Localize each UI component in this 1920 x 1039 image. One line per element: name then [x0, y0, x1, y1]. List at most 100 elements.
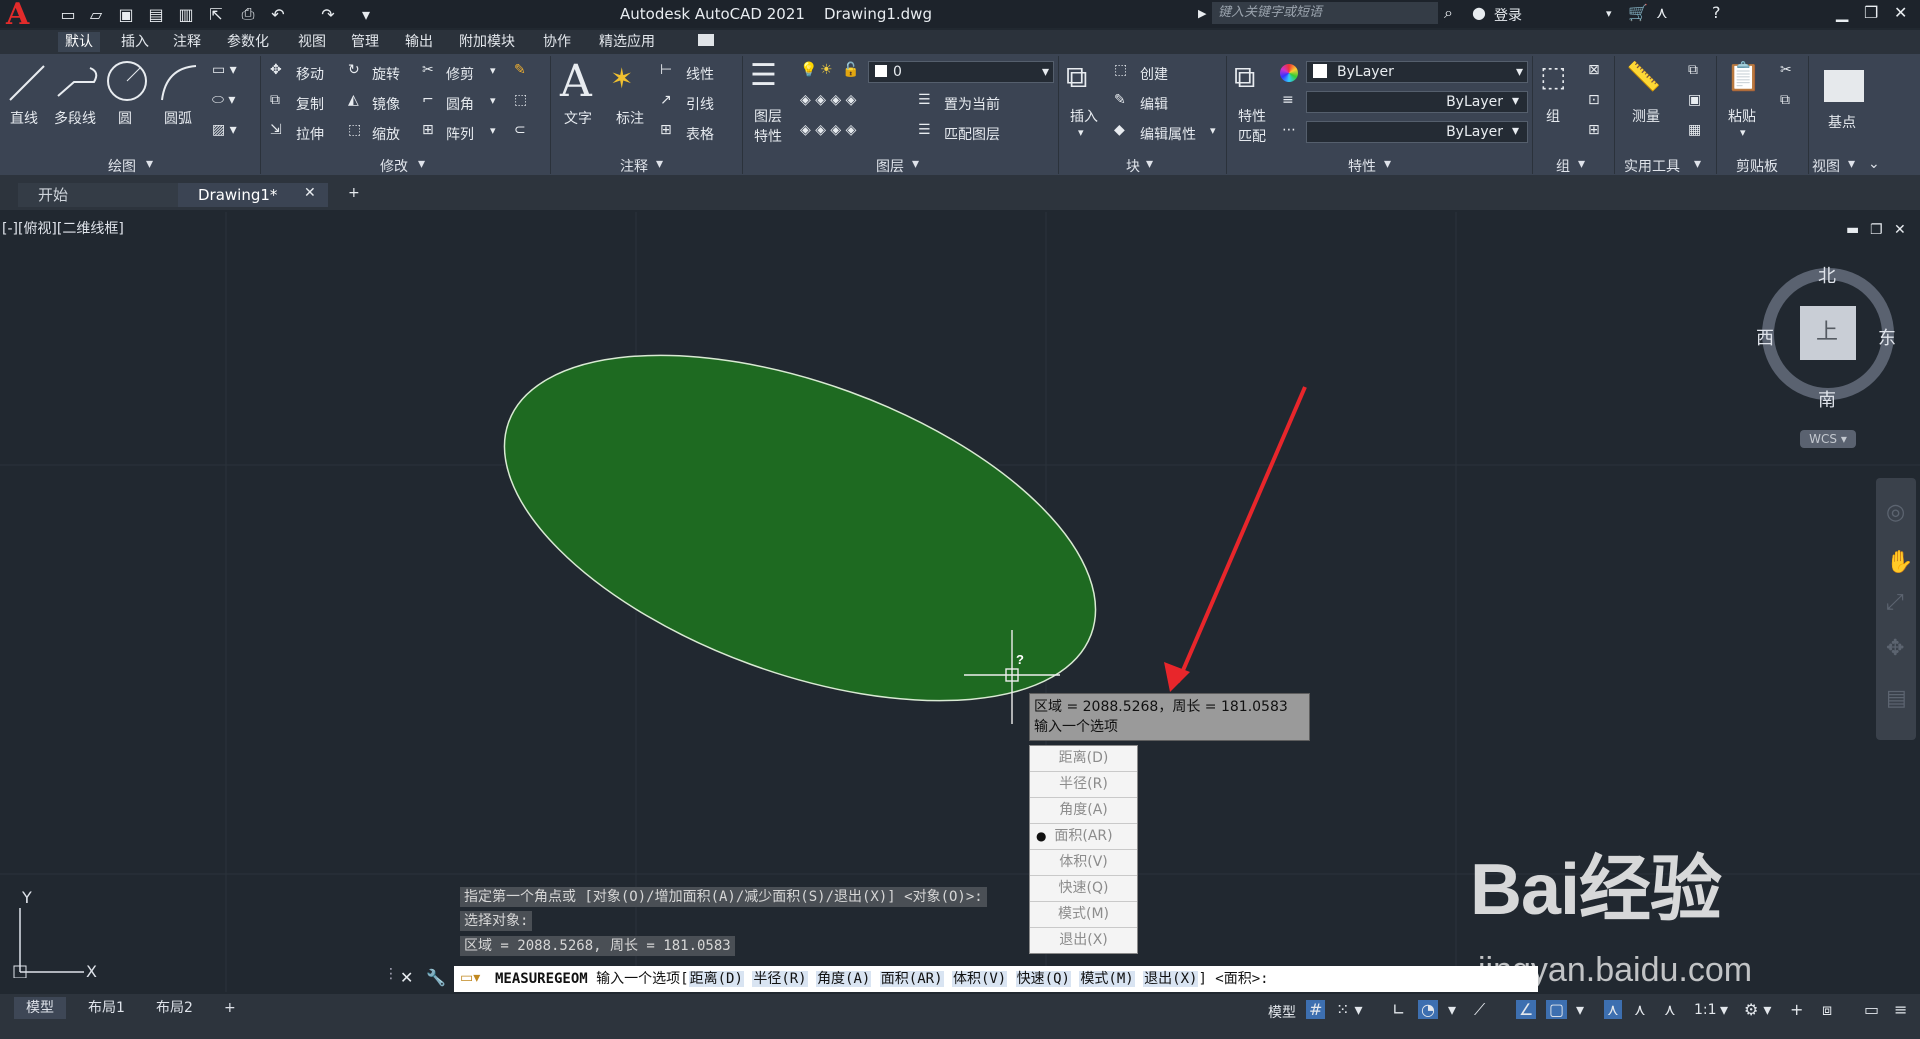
- move-icon[interactable]: ✥: [270, 62, 282, 78]
- array-icon[interactable]: ⊞: [422, 122, 434, 138]
- tab-view[interactable]: 视图: [291, 32, 333, 52]
- copy-icon[interactable]: ⧉: [270, 92, 280, 108]
- color-wheel-icon[interactable]: [1280, 64, 1298, 82]
- lineweight-icon[interactable]: ≡: [1282, 92, 1294, 108]
- rectangle-icon[interactable]: ▭ ▾: [212, 62, 237, 78]
- tab-start[interactable]: 开始: [18, 183, 178, 207]
- layout-tab-layout2[interactable]: 布局2: [144, 997, 205, 1019]
- trim-icon[interactable]: ✂: [422, 62, 434, 78]
- scale-tool[interactable]: 缩放: [372, 124, 400, 144]
- wcs-menu[interactable]: WCS ▾: [1800, 430, 1856, 448]
- create-block-button[interactable]: 创建: [1140, 64, 1168, 84]
- mirror-icon[interactable]: ◭: [348, 92, 359, 108]
- steering-wheel-icon[interactable]: ◎: [1886, 500, 1905, 525]
- menu-item-radius[interactable]: 半径(R): [1030, 772, 1137, 798]
- tab-manage[interactable]: 管理: [344, 32, 386, 52]
- hatch-icon[interactable]: ▨ ▾: [212, 122, 237, 138]
- object-snap-tracking-icon[interactable]: ∠: [1516, 1000, 1537, 1019]
- ribbon-minimize-icon[interactable]: [698, 34, 714, 46]
- annotation-panel-expand-icon[interactable]: ▾: [656, 156, 663, 172]
- match-layer-button[interactable]: 匹配图层: [944, 124, 1000, 144]
- share-icon[interactable]: ⇱: [206, 4, 226, 24]
- customize-status-icon[interactable]: ≡: [1894, 1000, 1907, 1019]
- polar-dropdown-icon[interactable]: ▾: [1448, 1000, 1456, 1019]
- insert-block-label[interactable]: 插入: [1070, 106, 1098, 126]
- paste-icon[interactable]: 📋: [1726, 60, 1761, 93]
- arc-icon[interactable]: [156, 60, 200, 104]
- rotate-icon[interactable]: ↻: [348, 62, 360, 78]
- utilities-panel-title[interactable]: 实用工具: [1624, 156, 1680, 176]
- edit-attribute-icon[interactable]: ◆: [1114, 122, 1125, 138]
- layers-panel-title[interactable]: 图层: [876, 156, 904, 176]
- insert-block-icon[interactable]: ⧉: [1066, 60, 1087, 95]
- select-all-icon[interactable]: ▣: [1688, 92, 1701, 108]
- menu-item-area[interactable]: ● 面积(AR): [1030, 824, 1137, 850]
- properties-panel-title[interactable]: 特性: [1348, 156, 1376, 176]
- cmd-option-exit[interactable]: 退出(X): [1143, 971, 1199, 987]
- fillet-icon[interactable]: ⌐: [422, 92, 434, 108]
- pan-icon[interactable]: ✋: [1886, 550, 1913, 575]
- search-input[interactable]: 键入关键字或短语: [1212, 2, 1438, 24]
- linear-dim-icon[interactable]: ⊢: [660, 62, 672, 78]
- viewcube-top-label[interactable]: 上: [1816, 314, 1838, 346]
- array-tool[interactable]: 阵列: [446, 124, 474, 144]
- tab-insert[interactable]: 插入: [114, 32, 156, 52]
- search-icon[interactable]: ⌕: [1444, 3, 1453, 23]
- base-view-button[interactable]: 基点: [1828, 112, 1856, 132]
- showmotion-icon[interactable]: ▤: [1886, 686, 1907, 711]
- table-icon[interactable]: ⊞: [660, 122, 672, 138]
- layer-properties-icon[interactable]: ☰: [750, 58, 777, 93]
- annotation-scale-value[interactable]: 1:1: [1694, 1002, 1717, 1018]
- add-layout-icon[interactable]: +: [212, 997, 248, 1019]
- new-tab-icon[interactable]: +: [348, 185, 360, 201]
- base-view-icon[interactable]: [1824, 70, 1864, 102]
- menu-item-distance[interactable]: 距离(D): [1030, 746, 1137, 772]
- layer-lock-icon[interactable]: 🔓: [842, 62, 859, 78]
- close-tab-icon[interactable]: ✕: [304, 185, 316, 201]
- save-icon[interactable]: ▣: [116, 4, 136, 24]
- tab-featured-apps[interactable]: 精选应用: [592, 32, 662, 52]
- ungroup-icon[interactable]: ⊠: [1588, 62, 1600, 78]
- paste-button[interactable]: 粘贴: [1728, 106, 1756, 126]
- move-tool[interactable]: 移动: [296, 64, 324, 84]
- linetype-dropdown[interactable]: ByLayer: [1306, 91, 1528, 113]
- cmd-option-mode[interactable]: 模式(M): [1079, 971, 1135, 987]
- table-tool[interactable]: 表格: [686, 124, 714, 144]
- menu-item-exit[interactable]: 退出(X): [1030, 928, 1137, 953]
- erase-icon[interactable]: ✎: [514, 62, 526, 78]
- redo-icon[interactable]: ↷: [318, 4, 338, 24]
- trim-dropdown-icon[interactable]: ▾: [490, 64, 496, 77]
- tab-addins[interactable]: 附加模块: [452, 32, 522, 52]
- scale-icon[interactable]: ⬚: [348, 122, 361, 138]
- array-dropdown-icon[interactable]: ▾: [490, 124, 496, 137]
- undo-icon[interactable]: ↶: [268, 4, 288, 24]
- layer-tools-icon[interactable]: ◈ ◈ ◈ ◈: [800, 122, 856, 138]
- tab-output[interactable]: 输出: [398, 32, 440, 52]
- viewport-minimize-icon[interactable]: ▬: [1846, 222, 1859, 238]
- match-layer-icon[interactable]: ☰: [918, 122, 931, 138]
- mirror-tool[interactable]: 镜像: [372, 94, 400, 114]
- cmd-option-volume[interactable]: 体积(V): [951, 971, 1008, 987]
- match-properties-icon[interactable]: ⧉: [1234, 60, 1255, 95]
- restore-icon[interactable]: ❐: [1864, 3, 1878, 22]
- annotation-visibility-icon[interactable]: ⋏: [1604, 1000, 1622, 1019]
- grid-display-icon[interactable]: #: [1306, 1000, 1326, 1019]
- user-icon[interactable]: ●: [1472, 3, 1486, 22]
- menu-item-mode[interactable]: 模式(M): [1030, 902, 1137, 928]
- saveas-icon[interactable]: ▤: [146, 4, 166, 24]
- object-snap-icon[interactable]: ▢: [1546, 1000, 1568, 1019]
- insert-dropdown-icon[interactable]: ▾: [1078, 126, 1084, 139]
- viewport-close-icon[interactable]: ✕: [1894, 222, 1906, 238]
- polyline-tool-label[interactable]: 多段线: [54, 108, 96, 128]
- group-button[interactable]: 组: [1546, 106, 1560, 126]
- viewport-restore-icon[interactable]: ❐: [1870, 222, 1883, 238]
- fillet-tool[interactable]: 圆角: [446, 94, 474, 114]
- calculator-icon[interactable]: ▦: [1688, 122, 1701, 138]
- edit-block-button[interactable]: 编辑: [1140, 94, 1168, 114]
- create-block-icon[interactable]: ⬚: [1114, 62, 1127, 78]
- compass-east[interactable]: 东: [1878, 324, 1896, 350]
- a360-icon[interactable]: ⋏: [1656, 3, 1668, 22]
- trim-tool[interactable]: 修剪: [446, 64, 474, 84]
- layer-dropdown[interactable]: 0 ▾: [868, 61, 1054, 83]
- close-icon[interactable]: ✕: [1894, 3, 1907, 22]
